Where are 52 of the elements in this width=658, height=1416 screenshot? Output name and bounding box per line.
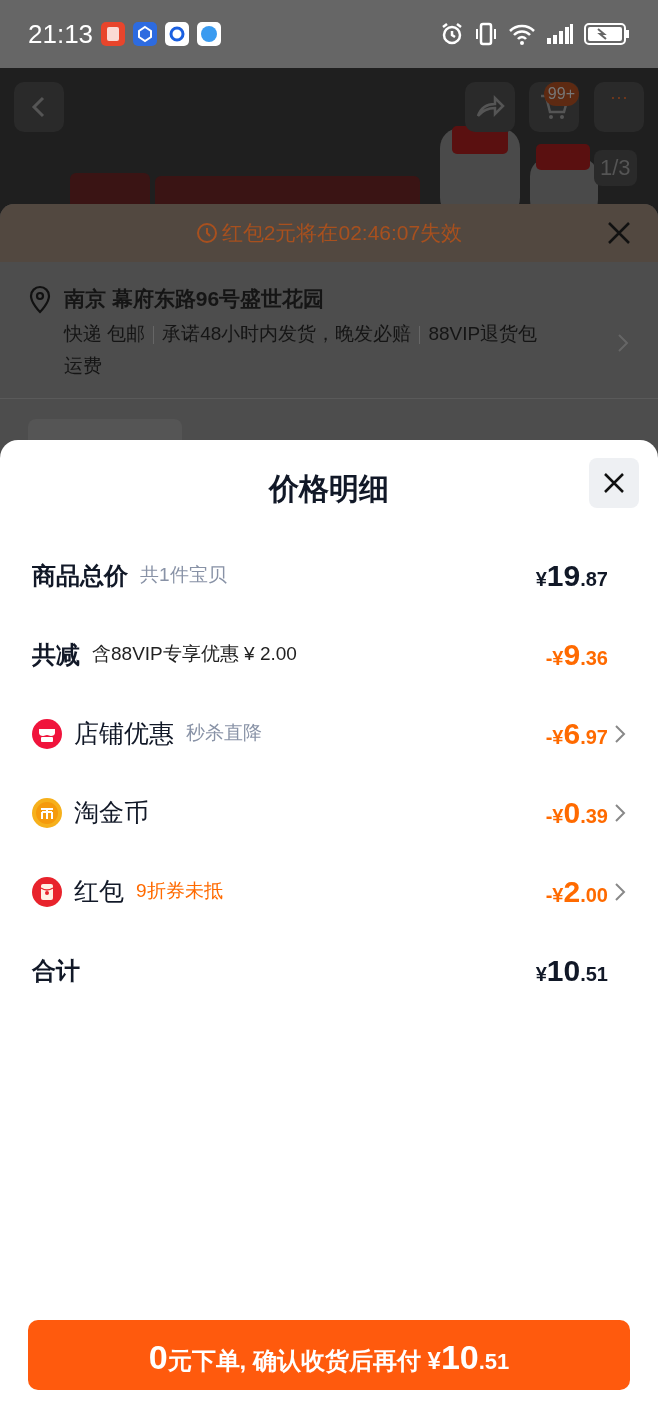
coin-icon — [32, 797, 62, 828]
battery-icon — [584, 22, 630, 46]
row-label: 商品总价 — [32, 560, 128, 591]
row-label: 淘金币 — [74, 796, 149, 828]
clock-icon — [195, 222, 218, 244]
clock-time: 21:13 — [28, 17, 94, 51]
row-note: 9折券未抵 — [136, 879, 223, 904]
shop-icon — [32, 718, 62, 749]
vibrate-icon — [474, 22, 498, 46]
address-text: 南京 幕府东路96号盛世花园 — [64, 286, 326, 312]
row-note: 秒杀直降 — [186, 721, 262, 746]
delivery-info: 快递 包邮 — [64, 323, 146, 344]
delivery-info: 运费 — [64, 355, 102, 376]
close-icon — [602, 471, 626, 495]
row-note: 共1件宝贝 — [140, 563, 227, 588]
price-text: -¥9.36 — [545, 637, 608, 673]
signal-icon — [546, 23, 574, 45]
row-label: 店铺优惠 — [74, 717, 174, 749]
countdown-text: 红包2元将在02:46:07失效 — [221, 220, 463, 247]
cart-button[interactable]: 99+ — [529, 82, 579, 132]
share-button[interactable] — [465, 82, 515, 132]
alarm-icon — [440, 22, 464, 46]
more-button[interactable]: ··· — [594, 82, 644, 132]
app-icon — [197, 22, 222, 46]
price-text: ¥19.87 — [535, 558, 608, 594]
wifi-icon — [508, 22, 536, 46]
envelope-icon — [32, 876, 62, 907]
app-icon — [133, 22, 158, 46]
app-icon — [165, 22, 190, 46]
price-text: -¥0.39 — [545, 795, 608, 831]
sheet-title: 价格明细 — [269, 470, 389, 507]
order-button[interactable]: 0元下单, 确认收货后再付 ¥10.51 — [28, 1320, 630, 1390]
chevron-icon[interactable] — [614, 723, 626, 744]
price-text: ¥10.51 — [535, 953, 608, 989]
chevron-icon[interactable] — [614, 802, 626, 823]
row-label: 合计 — [32, 955, 80, 986]
count-badge: 99+ — [543, 82, 579, 106]
row-label: 共减 — [32, 639, 80, 670]
close-icon — [606, 220, 632, 246]
price-text: -¥2.00 — [545, 874, 608, 910]
share-icon — [475, 94, 505, 120]
price-text: -¥6.97 — [545, 716, 608, 752]
chevron-icon — [616, 332, 630, 354]
row-label: 红包 — [74, 875, 124, 907]
delivery-info: 88VIP退货包 — [428, 323, 538, 344]
chevron-icon[interactable] — [614, 881, 626, 902]
location-icon — [28, 284, 52, 314]
row-note: 含88VIP专享优惠 ¥ 2.00 — [92, 642, 297, 667]
close-button[interactable] — [589, 458, 639, 508]
delivery-info: 承诺48小时内发货，晚发必赔 — [162, 323, 412, 344]
back-button[interactable] — [14, 82, 64, 132]
app-icon — [101, 22, 126, 46]
